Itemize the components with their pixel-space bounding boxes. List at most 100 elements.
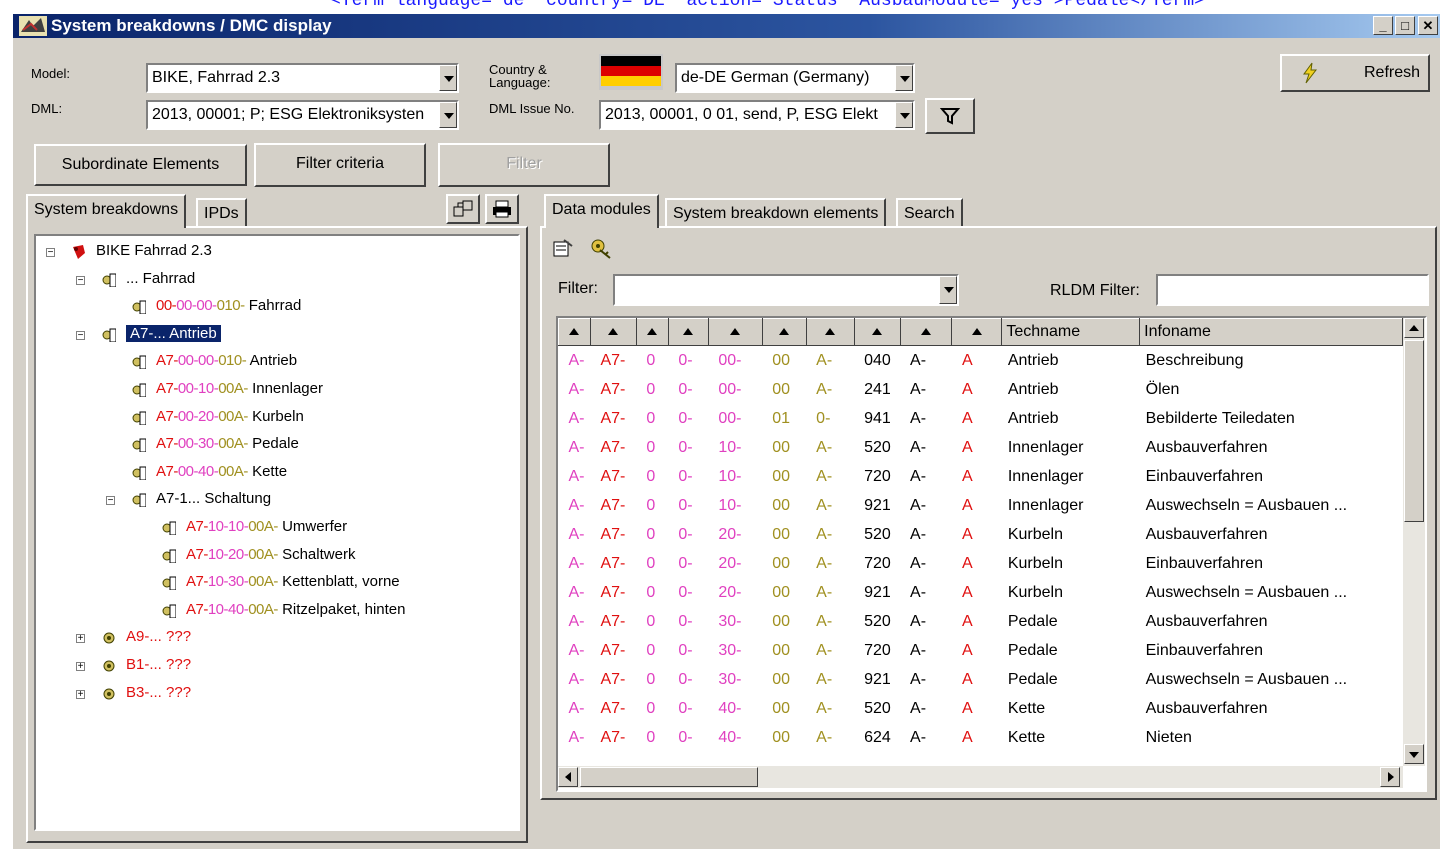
filter-criteria-button[interactable]: Filter criteria: [254, 143, 426, 187]
country-language-combo[interactable]: de-DE German (Germany): [675, 63, 915, 93]
table-row[interactable]: A- A7- 0 0- 20- 00 A- 921 A- A Kurbeln Auswechseln …: [559, 578, 1403, 607]
tree-node[interactable]: ... Fahrrad: [126, 268, 195, 290]
tab-system-breakdowns[interactable]: System breakdowns: [26, 194, 187, 228]
tree-node[interactable]: A7-10-30-00A- Kettenblatt, vorne: [186, 571, 400, 593]
minimize-button[interactable]: _: [1373, 16, 1393, 35]
dml-issue-value: 2013, 00001, 0 01, send, P, ESG Elekt: [605, 106, 878, 123]
column-header[interactable]: [558, 318, 591, 346]
column-header[interactable]: [635, 318, 669, 346]
tree-node[interactable]: A7-00-30-00A- Pedale: [156, 433, 299, 455]
subordinate-elements-button[interactable]: Subordinate Elements: [34, 144, 247, 186]
tab-ipds[interactable]: IPDs: [196, 198, 247, 228]
expand-icon[interactable]: +: [76, 689, 85, 699]
table-row[interactable]: A- A7- 0 0- 00- 00 A- 241 A- A Antrieb Ölen: [559, 375, 1403, 404]
collapse-icon[interactable]: −: [76, 330, 85, 340]
column-header[interactable]: Techname: [1001, 318, 1141, 346]
table-row[interactable]: A- A7- 0 0- 30- 00 A- 520 A- A Pedale Ausbauverfahr…: [559, 607, 1403, 636]
tree-node[interactable]: A7-00-10-00A- Innenlager: [156, 378, 323, 400]
table-row[interactable]: A- A7- 0 0- 10- 00 A- 520 A- A Innenlager Ausbauver…: [559, 433, 1403, 462]
chevron-down-icon[interactable]: [895, 102, 913, 128]
table-row[interactable]: A- A7- 0 0- 20- 00 A- 720 A- A Kurbeln Einbauverfah…: [559, 549, 1403, 578]
tree-node[interactable]: A7-10-10-00A- Umwerfer: [186, 516, 347, 538]
chevron-down-icon[interactable]: [439, 102, 457, 128]
vertical-scrollbar[interactable]: [1403, 318, 1425, 766]
table-row[interactable]: A- A7- 0 0- 30- 00 A- 921 A- A Pedale Auswechseln =…: [559, 665, 1403, 694]
tree-node[interactable]: A7-00-00-010- Antrieb: [156, 350, 297, 372]
table-row[interactable]: A- A7- 0 0- 10- 00 A- 921 A- A Innenlager Auswechse…: [559, 491, 1403, 520]
table-cell: A-: [910, 496, 927, 514]
chevron-down-icon[interactable]: [895, 65, 913, 91]
table-cell: Antrieb: [1007, 351, 1059, 369]
tab-search[interactable]: Search: [896, 198, 963, 228]
module-document-icon: [132, 383, 146, 397]
column-header[interactable]: [667, 318, 709, 346]
collapse-icon[interactable]: −: [76, 275, 85, 285]
column-header[interactable]: [899, 318, 953, 346]
table-cell: 01: [772, 409, 791, 427]
dml-combo[interactable]: 2013, 00001; P; ESG Elektroniksysten: [146, 100, 459, 130]
scroll-down-button[interactable]: [1404, 744, 1424, 764]
table-row[interactable]: A- A7- 0 0- 00- 00 A- 040 A- A Antrieb Beschreibung: [559, 346, 1403, 376]
table-cell: A: [961, 583, 973, 601]
filter-button[interactable]: Filter: [438, 143, 610, 187]
tree-node[interactable]: A7-00-20-00A- Kurbeln: [156, 406, 304, 428]
funnel-filter-button[interactable]: [925, 98, 975, 134]
chevron-down-icon[interactable]: [939, 276, 957, 304]
column-header[interactable]: [805, 318, 855, 346]
properties-icon[interactable]: [552, 238, 574, 258]
expand-icon[interactable]: +: [76, 662, 85, 672]
column-header[interactable]: [589, 318, 637, 346]
horizontal-scrollbar[interactable]: [558, 766, 1403, 788]
tree-node[interactable]: B1-... ???: [126, 654, 191, 676]
scroll-up-button[interactable]: [1404, 318, 1424, 338]
tree-node-label: Kettenblatt, vorne: [282, 573, 400, 591]
chevron-down-icon[interactable]: [439, 65, 457, 91]
tree-node[interactable]: 00-00-00-010- Fahrrad: [156, 295, 301, 317]
model-combo[interactable]: BIKE, Fahrrad 2.3: [146, 63, 459, 93]
tree-node[interactable]: A7-00-40-00A- Kette: [156, 461, 287, 483]
tree-node[interactable]: A7-10-20-00A- Schaltwerk: [186, 544, 355, 566]
table-cell: A-: [816, 467, 833, 485]
table-row[interactable]: A- A7- 0 0- 20- 00 A- 520 A- A Kurbeln Ausbauverfah…: [559, 520, 1403, 549]
tab-system-breakdown-elements[interactable]: System breakdown elements: [665, 198, 887, 228]
column-header[interactable]: [951, 318, 1003, 346]
export-button[interactable]: [446, 194, 480, 224]
maximize-button[interactable]: □: [1395, 16, 1415, 35]
tree-node[interactable]: B3-... ???: [126, 682, 191, 704]
collapse-icon[interactable]: −: [46, 248, 55, 258]
table-row[interactable]: A- A7- 0 0- 10- 00 A- 720 A- A Innenlager Einbauver…: [559, 462, 1403, 491]
column-header[interactable]: [707, 318, 763, 346]
close-button[interactable]: ✕: [1418, 16, 1438, 35]
table-cell: A7-: [600, 438, 626, 456]
tab-data-modules[interactable]: Data modules: [544, 194, 659, 228]
column-header[interactable]: [853, 318, 901, 346]
vertical-scroll-thumb[interactable]: [1404, 340, 1424, 522]
column-header-label: Infoname: [1144, 323, 1211, 340]
refresh-button[interactable]: Refresh: [1280, 54, 1430, 92]
table-row[interactable]: A- A7- 0 0- 30- 00 A- 720 A- A Pedale Einbauverfahr…: [559, 636, 1403, 665]
dml-issue-combo[interactable]: 2013, 00001, 0 01, send, P, ESG Elekt: [599, 100, 915, 130]
table-cell: Kette: [1007, 699, 1046, 717]
tree-node-code-part: 00A-: [248, 573, 278, 591]
table-row[interactable]: A- A7- 0 0- 40- 00 A- 624 A- A Kette Nieten: [559, 723, 1403, 752]
column-header[interactable]: Infoname: [1139, 318, 1403, 346]
table-cell: 040: [864, 351, 891, 369]
scroll-right-button[interactable]: [1380, 767, 1400, 787]
table-cell: A-: [568, 467, 585, 485]
tree-node[interactable]: A7-... Antrieb: [125, 323, 222, 345]
gear-key-icon[interactable]: [588, 236, 614, 260]
scroll-left-button[interactable]: [558, 767, 578, 787]
tree-node[interactable]: A7-1... Schaltung: [156, 488, 271, 510]
column-header[interactable]: [761, 318, 807, 346]
tree-node[interactable]: A9-... ???: [126, 626, 191, 648]
table-row[interactable]: A- A7- 0 0- 00- 01 0- 941 A- A Antrieb Bebilderte T…: [559, 404, 1403, 433]
table-row[interactable]: A- A7- 0 0- 40- 00 A- 520 A- A Kette Ausbauverfahre…: [559, 694, 1403, 723]
tree-node[interactable]: BIKE Fahrrad 2.3: [96, 240, 212, 262]
collapse-icon[interactable]: −: [106, 496, 115, 506]
rldm-filter-input[interactable]: [1156, 274, 1429, 306]
filter-combo[interactable]: [613, 274, 959, 306]
horizontal-scroll-thumb[interactable]: [580, 767, 758, 787]
tree-node[interactable]: A7-10-40-00A- Ritzelpaket, hinten: [186, 599, 405, 621]
expand-icon[interactable]: +: [76, 634, 85, 644]
print-button[interactable]: [485, 194, 519, 224]
